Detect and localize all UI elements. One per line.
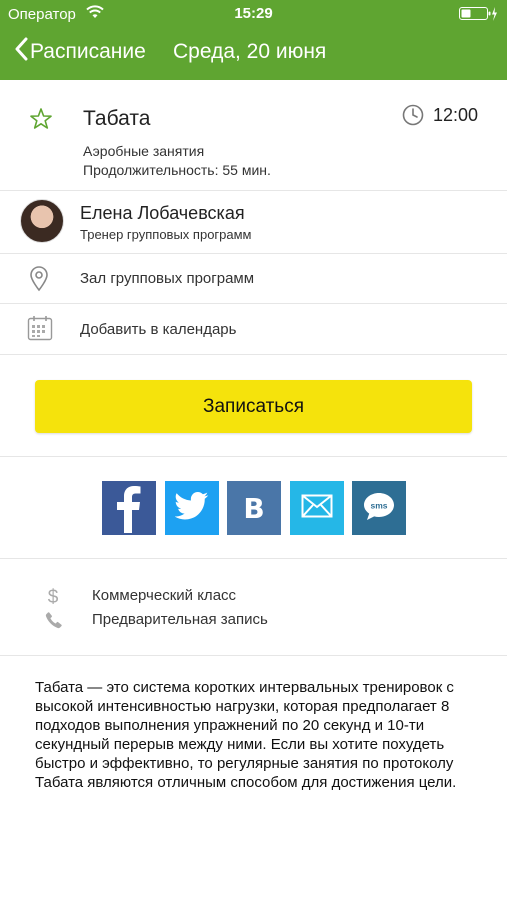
header: Оператор 15:29 Расписание Среда, 20 июня (0, 0, 507, 80)
vk-icon: В (243, 491, 265, 525)
back-label: Расписание (30, 39, 146, 63)
divider (0, 558, 507, 559)
twitter-share-button[interactable] (165, 481, 219, 535)
add-to-calendar-row[interactable]: Добавить в календарь (0, 304, 507, 354)
class-info: Табата 12:00 Аэробные занятия Продолжите… (0, 80, 507, 190)
trainer-name: Елена Лобачевская (80, 203, 245, 223)
share-buttons: В sms (0, 481, 507, 535)
twitter-icon (174, 491, 209, 526)
divider (0, 655, 507, 656)
facebook-share-button[interactable] (102, 481, 156, 535)
class-duration: Продолжительность: 55 мин. (83, 162, 271, 178)
extra-label: Предварительная запись (92, 611, 268, 628)
sms-share-button[interactable]: sms (352, 481, 406, 535)
battery-charging-icon (459, 6, 497, 22)
divider (0, 456, 507, 457)
calendar-label: Добавить в календарь (80, 321, 237, 338)
phone-icon (45, 611, 63, 634)
status-bar: Оператор 15:29 (0, 0, 507, 28)
facebook-icon (102, 479, 156, 538)
svg-text:sms: sms (370, 500, 387, 510)
sms-icon: sms (362, 491, 396, 526)
divider (0, 354, 507, 355)
star-outline-icon[interactable] (29, 107, 53, 136)
location-row: Зал групповых программ (0, 254, 507, 303)
class-time: 12:00 (433, 105, 479, 125)
svg-text:$: $ (48, 587, 59, 607)
map-pin-icon (29, 266, 49, 297)
extra-label: Коммерческий класс (92, 587, 237, 604)
mail-icon (301, 494, 333, 523)
back-button[interactable]: Расписание (14, 37, 146, 66)
page-title: Среда, 20 июня (173, 40, 327, 63)
class-description: Табата — это система коротких интервальн… (35, 679, 457, 791)
clock-icon (402, 104, 424, 131)
location-label: Зал групповых программ (80, 270, 255, 287)
chevron-left-icon (14, 37, 28, 66)
trainer-role: Тренер групповых программ (80, 227, 252, 242)
class-type: Аэробные занятия (83, 143, 205, 159)
vk-share-button[interactable]: В (227, 481, 281, 535)
email-share-button[interactable] (290, 481, 344, 535)
nav-bar: Расписание Среда, 20 июня (0, 28, 507, 80)
dollar-icon: $ (45, 585, 61, 612)
signup-button[interactable]: Записаться (35, 380, 472, 433)
trainer-row[interactable]: Елена Лобачевская Тренер групповых прогр… (0, 191, 507, 253)
class-title: Табата (83, 107, 151, 130)
avatar (20, 199, 64, 243)
calendar-icon (27, 315, 53, 346)
status-time: 15:29 (234, 5, 273, 22)
